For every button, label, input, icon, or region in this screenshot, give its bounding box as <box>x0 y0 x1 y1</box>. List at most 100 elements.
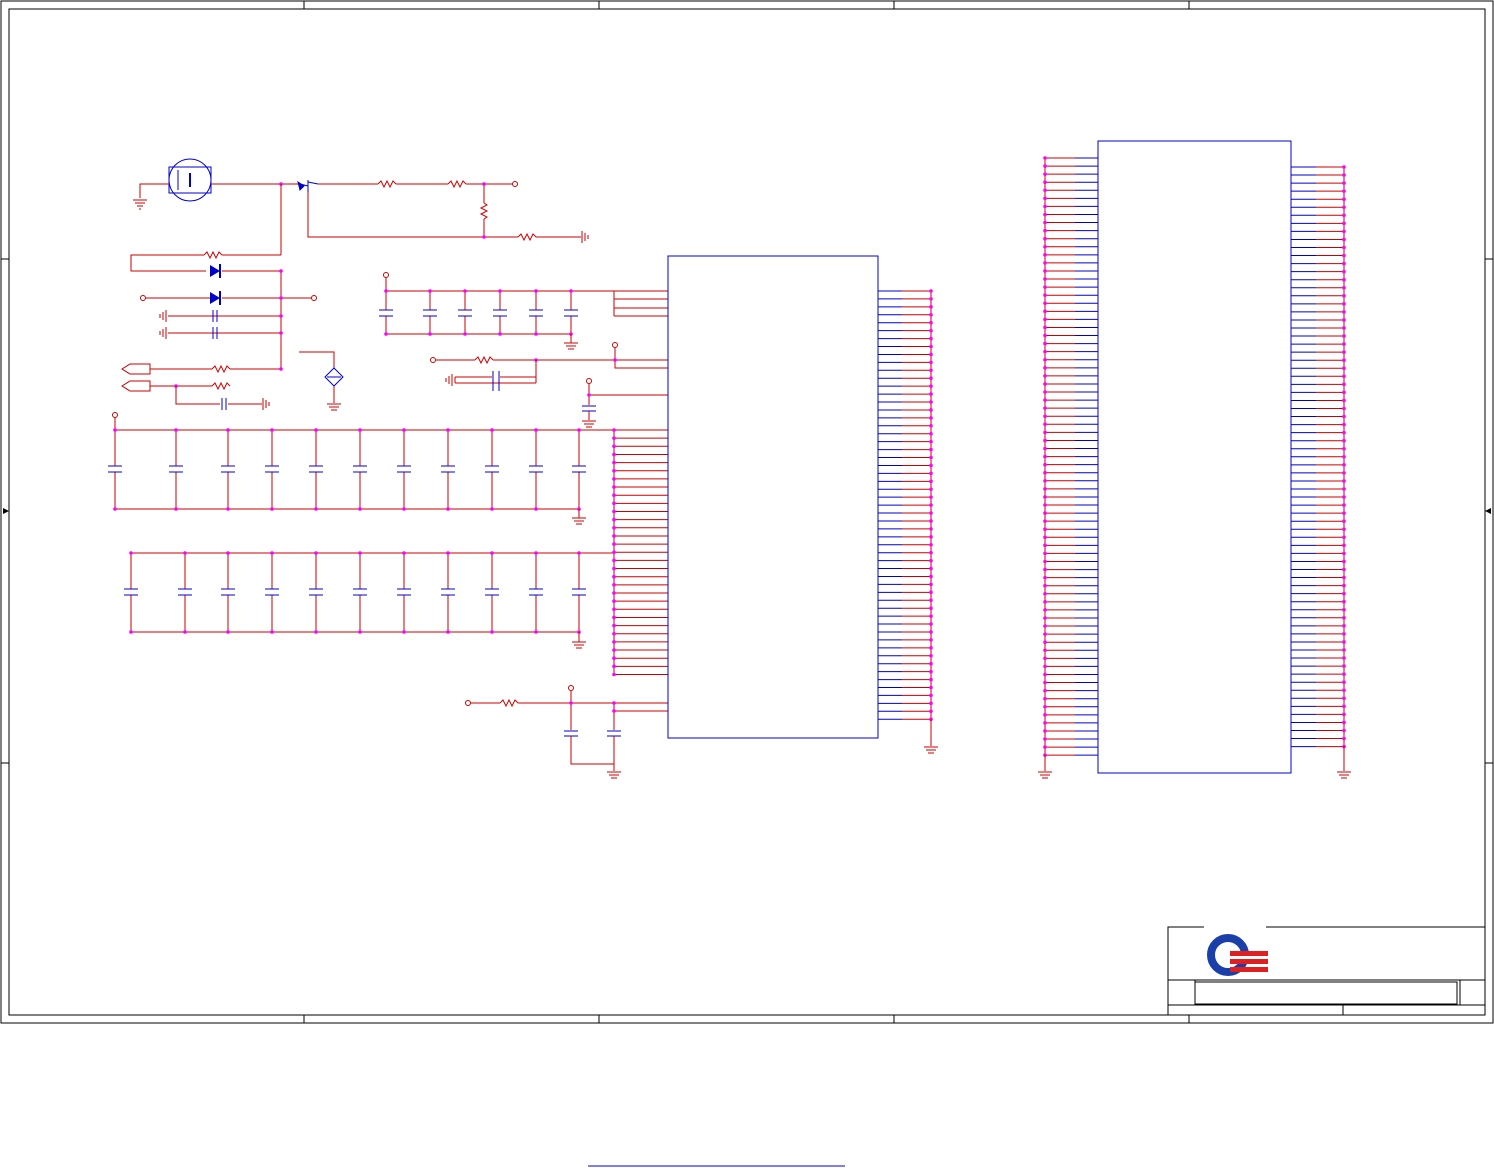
capacitor-icon <box>493 309 507 317</box>
resistor-icon <box>211 364 231 374</box>
pin-dot <box>612 623 616 628</box>
pin-dot <box>446 630 450 634</box>
pin-dot <box>929 669 933 674</box>
capacitor-icon <box>353 588 367 596</box>
pin-dot <box>577 428 581 432</box>
pin-dot <box>1043 575 1047 580</box>
decoupling-bank-2 <box>124 551 614 649</box>
center-arrow-left-icon <box>3 508 9 514</box>
ground-icon <box>572 517 586 525</box>
pin-dot <box>612 672 616 677</box>
pin-dot <box>1043 454 1047 459</box>
pin-dot <box>1043 244 1047 249</box>
pin-dot <box>612 574 616 579</box>
pin-dot <box>358 428 362 432</box>
pin-dot <box>1342 446 1346 451</box>
main-ic-right-pins <box>878 289 933 722</box>
pin-dot <box>1342 237 1346 242</box>
pin-dot <box>929 416 933 420</box>
pin-dot <box>226 428 230 432</box>
pin-dot <box>929 312 933 317</box>
pin-dot <box>402 551 406 555</box>
pin-dot <box>1043 648 1047 653</box>
pin-dot <box>358 507 362 511</box>
pin-dot <box>358 630 362 634</box>
pin-dot <box>1043 325 1047 330</box>
pin-dot <box>1043 366 1047 370</box>
pin-dot <box>1342 599 1346 604</box>
pin-dot <box>1043 640 1047 644</box>
pin-dot <box>358 551 362 555</box>
ground-icon <box>1337 746 1351 779</box>
ground-icon <box>582 420 596 428</box>
pin-dot <box>612 631 616 636</box>
pin-dot <box>612 599 616 603</box>
pin-dot <box>929 535 933 539</box>
pin-dot <box>1043 398 1047 402</box>
pin-dot <box>1342 173 1346 177</box>
pin-dot <box>1043 591 1047 596</box>
pin-dot <box>1342 181 1346 185</box>
capacitor-icon <box>108 465 122 473</box>
pin-dot <box>1342 277 1346 282</box>
pin-dot <box>1043 704 1047 709</box>
crystal-icon <box>324 367 344 387</box>
pin-dot <box>612 526 616 530</box>
capacitor-icon <box>529 588 543 596</box>
pin-dot <box>1043 583 1047 588</box>
pin-dot <box>498 332 502 336</box>
ground-icon <box>572 641 586 649</box>
pin-dot <box>929 320 933 325</box>
pin-dot <box>1043 422 1047 427</box>
diode-icon <box>210 291 221 305</box>
capacitor-icon <box>485 588 499 596</box>
pin-dot <box>929 305 933 309</box>
pin-dot <box>1342 398 1346 403</box>
pin-dot <box>1342 543 1346 548</box>
pin-dot <box>929 384 933 388</box>
pin-dot <box>446 428 450 432</box>
pin-dot <box>929 661 933 666</box>
pin-dot <box>1043 277 1047 281</box>
pin-dot <box>929 289 933 293</box>
pin-dot <box>384 289 388 293</box>
capacitor-icon <box>397 588 411 596</box>
pin-dot <box>1342 342 1346 346</box>
pin-dot <box>1342 688 1346 693</box>
pin-dot <box>1342 245 1346 250</box>
capacitor-icon <box>529 465 543 473</box>
pin-dot <box>1043 624 1047 628</box>
pin-dot <box>226 507 230 511</box>
pin-dot <box>1043 414 1047 419</box>
capacitor-icon <box>572 588 586 596</box>
pin-dot <box>1043 672 1047 677</box>
pin-dot <box>929 574 933 579</box>
pin-dot <box>1342 519 1346 523</box>
pin-dot <box>929 677 933 682</box>
ground-icon <box>564 334 578 350</box>
pin-dot <box>1043 616 1047 620</box>
pin-dot <box>1342 221 1346 226</box>
pin-dot <box>929 709 933 714</box>
pin-dot <box>612 468 616 473</box>
pin-dot <box>1043 495 1047 499</box>
pin-dot <box>1342 567 1346 572</box>
pin-dot <box>1342 591 1346 596</box>
pin-dot <box>1342 583 1346 588</box>
ground-icon <box>133 199 147 210</box>
pin-dot <box>1342 358 1346 363</box>
pin-dot <box>534 507 538 511</box>
capacitor-icon <box>178 588 192 596</box>
pin-dot <box>612 485 616 489</box>
pin-dot <box>270 630 274 634</box>
pin-dot <box>612 542 616 546</box>
connector-ic-body <box>1097 140 1292 774</box>
pin-dot <box>612 607 616 612</box>
pin-dot <box>226 551 230 555</box>
capacitor-icon <box>529 309 543 317</box>
pin-dot <box>270 428 274 432</box>
pin-dot <box>1342 285 1346 290</box>
power-filter-section <box>379 272 668 428</box>
pin-dot <box>929 392 933 396</box>
pin-dot <box>929 542 933 547</box>
